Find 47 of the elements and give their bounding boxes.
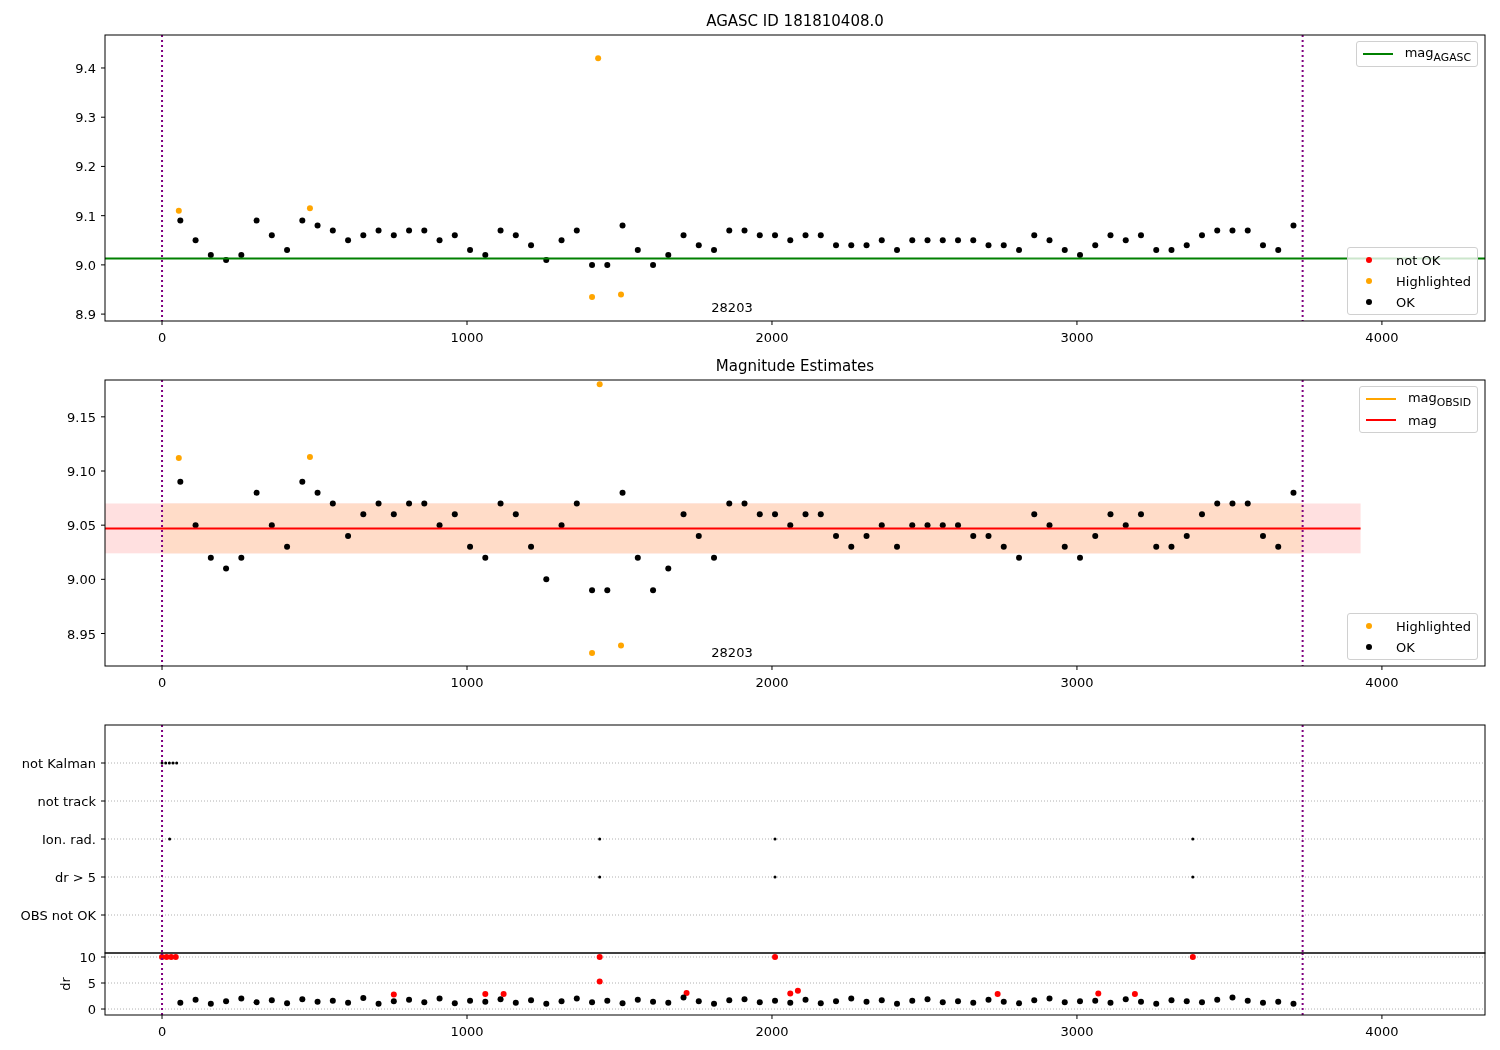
row-label: Ion. rad. (42, 832, 96, 847)
legend-label: OK (1396, 294, 1415, 310)
tick-label: 0 (157, 330, 167, 345)
tick-label: 9.10 (67, 464, 96, 479)
tick-label: 9.15 (67, 409, 96, 425)
tick-label: 3000 (1060, 675, 1094, 690)
row-label: not track (37, 794, 96, 809)
legend-label: Highlighted (1396, 273, 1471, 289)
tick-label: 9.00 (67, 572, 96, 588)
row-label: OBS not OK (20, 908, 96, 923)
tick-label: 4000 (1365, 1024, 1399, 1039)
tick-label: 2000 (755, 330, 789, 345)
chart-title: AGASC ID 181810408.0 (705, 11, 885, 32)
tick-label: 2000 (755, 1024, 789, 1039)
tick-label: 3000 (1060, 1024, 1094, 1039)
tick-label: 0 (157, 675, 167, 690)
legend-label: Highlighted (1396, 618, 1471, 634)
tick-label: 8.9 (75, 307, 96, 323)
legend-label: mag (1407, 412, 1437, 428)
row-label: not Kalman (21, 756, 96, 771)
tick-label: 9.4 (75, 61, 96, 76)
tick-label: 9.2 (75, 159, 96, 175)
tick-label: 9.3 (75, 110, 96, 126)
tick-label: 4000 (1365, 330, 1399, 345)
tick-label: 10 (79, 950, 96, 965)
legend-label: not OK (1396, 252, 1441, 268)
tick-label: 9.05 (67, 518, 96, 534)
axis-title: dr (58, 977, 73, 991)
tick-label: 1000 (450, 675, 484, 690)
obsid-label: 28203 (711, 645, 753, 660)
tick-label: 1000 (450, 1024, 484, 1039)
tick-label: 4000 (1365, 675, 1399, 690)
tick-label: 0 (87, 1002, 96, 1017)
tick-label: 5 (87, 976, 96, 991)
tick-label: 3000 (1060, 330, 1094, 345)
tick-label: 9.0 (75, 257, 96, 273)
legend-label: mag$_{AGASC}$ (1404, 44, 1471, 64)
tick-label: 1000 (450, 330, 484, 345)
tick-label: 2000 (755, 675, 789, 690)
row-label: dr > 5 (54, 870, 96, 885)
tick-label: 0 (157, 1024, 167, 1039)
tick-label: 9.1 (75, 208, 96, 224)
legend-label: OK (1396, 639, 1415, 655)
tick-label: 8.95 (67, 626, 96, 642)
chart-title: Magnitude Estimates (714, 356, 876, 377)
obsid-label: 28203 (711, 300, 753, 315)
legend-label: mag$_{OBSID}$ (1407, 389, 1471, 409)
